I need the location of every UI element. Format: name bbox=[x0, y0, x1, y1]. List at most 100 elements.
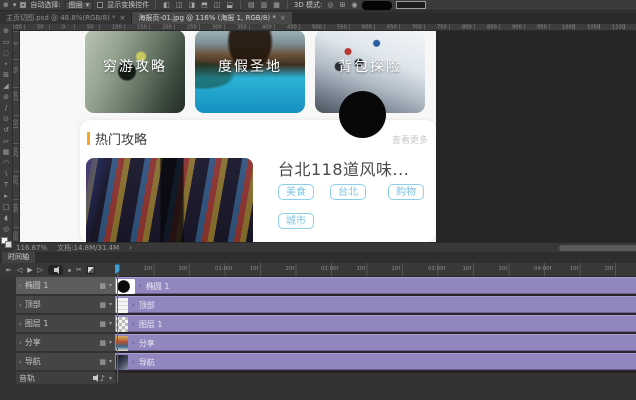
film-icon: ▦ bbox=[99, 320, 106, 328]
expand-chevron-icon[interactable]: › bbox=[19, 301, 22, 309]
track-header-5[interactable]: ›导航▦▾ bbox=[16, 353, 115, 370]
scissors-button[interactable]: ✂ bbox=[76, 266, 82, 274]
track-header-3[interactable]: ›图层 1▦▾ bbox=[16, 315, 115, 332]
path-select-tool-icon[interactable]: ▸ bbox=[1, 191, 12, 201]
track-name: 分享 bbox=[25, 337, 97, 348]
track-options-caret-icon[interactable]: ▾ bbox=[109, 358, 112, 365]
expand-chevron-icon[interactable]: › bbox=[19, 358, 22, 366]
mute-dot-icon[interactable] bbox=[68, 269, 71, 272]
gradient-tool-icon[interactable]: ▦ bbox=[1, 147, 12, 157]
document-tab-inactive[interactable]: 主页切图.psd @ 48.8%(RGB/8) * × bbox=[0, 12, 132, 24]
video-clip-5[interactable]: ›导航 bbox=[115, 353, 636, 370]
type-tool-icon[interactable]: T bbox=[1, 180, 12, 190]
3d-mode-icon[interactable]: ◎ bbox=[327, 1, 333, 9]
timeline-tabstrip: 时间轴 bbox=[0, 252, 636, 263]
card-title: 背包探险 bbox=[315, 56, 425, 76]
distribute-h-icon[interactable]: ▥ bbox=[261, 1, 268, 9]
design-document[interactable]: 穷游攻略 度假圣地 背包探险 热门攻略 查看更多 台北118道风味... 美食 … bbox=[20, 31, 436, 242]
3d-mode-icon[interactable]: ◉ bbox=[351, 1, 357, 9]
next-frame-button[interactable]: ▷ bbox=[38, 266, 43, 274]
ruler-tick-label: 350 bbox=[13, 231, 19, 241]
pen-tool-icon[interactable]: ∖ bbox=[1, 169, 12, 179]
track-options-caret-icon[interactable]: ▾ bbox=[109, 320, 112, 327]
brush-tool-icon[interactable]: ∕ bbox=[1, 103, 12, 113]
clip-chevron-icon[interactable]: › bbox=[132, 358, 135, 366]
clip-chevron-icon[interactable]: › bbox=[139, 282, 142, 290]
audio-track-header[interactable]: 音轨♪▾ bbox=[16, 372, 115, 384]
track-headers: ›椭圆 1▦▾›顶部▦▾›图层 1▦▾›分享▦▾›导航▦▾音轨♪▾ bbox=[16, 277, 115, 384]
tab-close-icon[interactable]: × bbox=[280, 14, 286, 22]
history-brush-tool-icon[interactable]: ↺ bbox=[1, 125, 12, 135]
track-clips-area: ›椭圆 1 ›顶部 ›图层 1 ›分享 ›导航 bbox=[115, 277, 636, 373]
timecode-label: 10f bbox=[462, 265, 471, 271]
eraser-tool-icon[interactable]: ▱ bbox=[1, 136, 12, 146]
heal-tool-icon[interactable]: ⊘ bbox=[1, 92, 12, 102]
show-transform-checkbox[interactable] bbox=[97, 2, 103, 8]
timeline-tab[interactable]: 时间轴 bbox=[2, 252, 35, 263]
align-top-icon[interactable]: ⬒ bbox=[201, 1, 208, 9]
tab-close-icon[interactable]: × bbox=[120, 14, 126, 22]
track-header-1[interactable]: ›椭圆 1▦▾ bbox=[16, 277, 115, 294]
crop-tool-icon[interactable]: ⊞ bbox=[1, 70, 12, 80]
tool-preset-caret-icon[interactable]: ▾ bbox=[13, 1, 17, 9]
video-clip-2[interactable]: ›顶部 bbox=[115, 296, 636, 313]
auto-select-dropdown[interactable]: 图层 ▾ bbox=[65, 1, 94, 10]
distribute-v-icon[interactable]: ▤ bbox=[248, 1, 255, 9]
distribute-icon[interactable]: ▦ bbox=[273, 1, 280, 9]
clip-chevron-icon[interactable]: › bbox=[132, 320, 135, 328]
playhead-marker[interactable] bbox=[115, 264, 120, 274]
options-bar: ⊕ ▾ 自动选择: 图层 ▾ 显示变换控件 ◧ ◫ ◨ ⬒ ◫ ⬓ ▤ ▥ ▦ … bbox=[0, 0, 636, 11]
marquee-tool-icon[interactable]: ▭ bbox=[1, 37, 12, 47]
ruler-tick-label: 900 bbox=[512, 24, 522, 30]
play-button[interactable]: ▶ bbox=[27, 266, 32, 274]
shape-tool-icon[interactable]: □ bbox=[1, 202, 12, 212]
expand-chevron-icon[interactable]: › bbox=[19, 282, 22, 290]
align-left-icon[interactable]: ◧ bbox=[163, 1, 170, 9]
document-tab-active[interactable]: 海报页-01.jpg @ 116% (海报 1, RGB/8) * × bbox=[132, 12, 291, 24]
track-header-4[interactable]: ›分享▦▾ bbox=[16, 334, 115, 351]
scrollbar-thumb[interactable] bbox=[559, 245, 636, 251]
hand-tool-icon[interactable]: ◖ bbox=[1, 213, 12, 223]
travel-card-resort: 度假圣地 bbox=[195, 31, 305, 113]
ruler-tick-label: 550 bbox=[337, 24, 347, 30]
previous-frame-button[interactable]: ◁ bbox=[17, 266, 22, 274]
align-center-h-icon[interactable]: ◫ bbox=[176, 1, 183, 9]
video-clip-1[interactable]: ›椭圆 1 bbox=[115, 277, 636, 294]
video-clip-4[interactable]: ›分享 bbox=[115, 334, 636, 351]
move-tool-icon[interactable]: ⊕ bbox=[1, 26, 12, 36]
first-frame-button[interactable]: ⇤ bbox=[6, 266, 12, 274]
zoom-level[interactable]: 116.67% bbox=[16, 244, 47, 252]
auto-select-checkbox[interactable] bbox=[20, 2, 26, 8]
clip-chevron-icon[interactable]: › bbox=[132, 339, 135, 347]
eyedropper-tool-icon[interactable]: ◢ bbox=[1, 81, 12, 91]
align-bottom-icon[interactable]: ⬓ bbox=[226, 1, 233, 9]
align-middle-icon[interactable]: ◫ bbox=[214, 1, 221, 9]
track-options-caret-icon[interactable]: ▾ bbox=[109, 282, 112, 289]
blur-tool-icon[interactable]: ◠ bbox=[1, 158, 12, 168]
timecode-label: 10f bbox=[143, 265, 152, 271]
3d-mode-icon[interactable]: ⊞ bbox=[339, 1, 345, 9]
track-options-caret-icon[interactable]: ▾ bbox=[109, 301, 112, 308]
video-clip-3[interactable]: ›图层 1 bbox=[115, 315, 636, 332]
expand-chevron-icon[interactable]: › bbox=[19, 320, 22, 328]
audio-toggle-button[interactable] bbox=[48, 265, 63, 275]
lasso-tool-icon[interactable]: ◌ bbox=[1, 48, 12, 58]
move-tool-icon[interactable]: ⊕ bbox=[3, 1, 9, 9]
magic-wand-tool-icon[interactable]: ⋆ bbox=[1, 59, 12, 69]
stamp-tool-icon[interactable]: ⊙ bbox=[1, 114, 12, 124]
track-header-2[interactable]: ›顶部▦▾ bbox=[16, 296, 115, 313]
audio-options-caret-icon[interactable]: ▾ bbox=[109, 375, 112, 382]
clip-chevron-icon[interactable]: › bbox=[132, 301, 135, 309]
timeline-ruler[interactable]: 10f20f01:00f10f20f02:00f10f20f03:00f10f2… bbox=[115, 263, 636, 277]
color-swatches[interactable] bbox=[1, 237, 12, 242]
transition-button[interactable] bbox=[87, 266, 95, 274]
canvas-pasteboard: 穷游攻略 度假圣地 背包探险 热门攻略 查看更多 台北118道风味... 美食 … bbox=[20, 31, 636, 242]
align-right-icon[interactable]: ◨ bbox=[189, 1, 196, 9]
expand-chevron-icon[interactable]: › bbox=[19, 339, 22, 347]
status-chevron-icon[interactable]: › bbox=[129, 244, 132, 252]
timecode-label: 10f bbox=[249, 265, 258, 271]
track-options-caret-icon[interactable]: ▾ bbox=[109, 339, 112, 346]
horizontal-scrollbar[interactable] bbox=[559, 245, 636, 251]
background-color-swatch[interactable] bbox=[5, 241, 12, 248]
zoom-tool-icon[interactable]: ◎ bbox=[1, 224, 12, 234]
